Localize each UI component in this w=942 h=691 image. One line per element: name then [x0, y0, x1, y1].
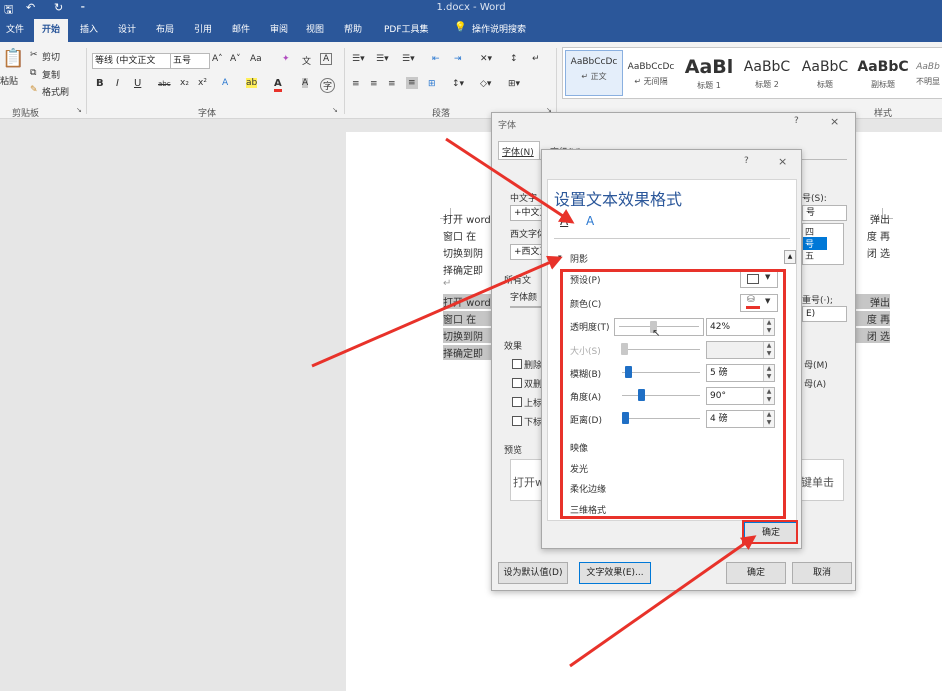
arrow-to-effects-tab: [445, 137, 575, 224]
arrow-to-ok-button: [569, 535, 757, 668]
annotation-arrows: [311, 137, 757, 668]
arrow-to-shadow-section: [311, 255, 563, 368]
